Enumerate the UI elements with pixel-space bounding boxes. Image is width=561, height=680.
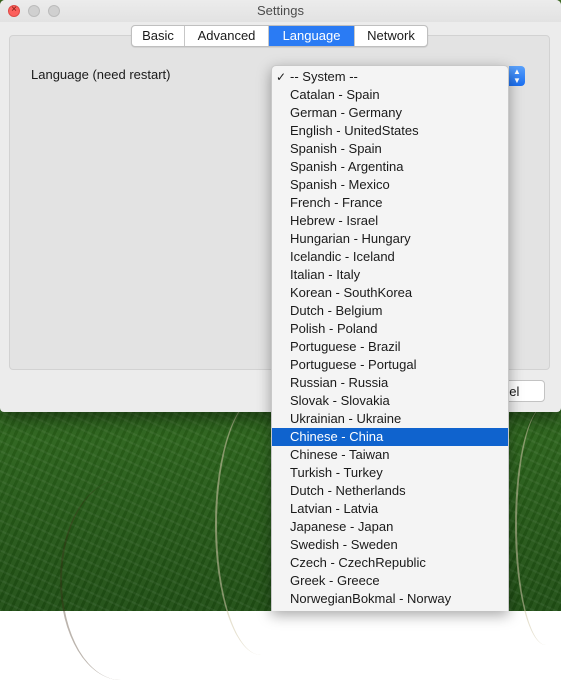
dropdown-option[interactable]: Chinese - China <box>272 428 508 446</box>
dropdown-option[interactable]: Hebrew - Israel <box>272 212 508 230</box>
dropdown-option[interactable]: Hungarian - Hungary <box>272 230 508 248</box>
tab-bar: Basic Advanced Language Network <box>131 25 428 47</box>
tab-basic[interactable]: Basic <box>132 26 185 46</box>
dropdown-option[interactable]: Korean - SouthKorea <box>272 284 508 302</box>
dropdown-option[interactable]: Russian - Russia <box>272 374 508 392</box>
dropdown-option[interactable]: ✓ -- System -- <box>272 68 508 86</box>
dropdown-option-label: Czech - CzechRepublic <box>290 555 426 570</box>
dropdown-option-label: Icelandic - Iceland <box>290 249 395 264</box>
dropdown-option-label: German - Germany <box>290 105 402 120</box>
dropdown-option[interactable]: Dutch - Belgium <box>272 302 508 320</box>
dropdown-option-label: Portuguese - Portugal <box>290 357 417 372</box>
dropdown-option-label: Catalan - Spain <box>290 87 380 102</box>
dropdown-option-label: Italian - Italy <box>290 267 361 282</box>
dropdown-option[interactable]: Portuguese - Portugal <box>272 356 508 374</box>
dropdown-option[interactable]: Czech - CzechRepublic <box>272 554 508 572</box>
language-label: Language (need restart) <box>31 67 171 82</box>
dropdown-option[interactable]: Portuguese - Brazil <box>272 338 508 356</box>
dropdown-option-label: Latvian - Latvia <box>290 501 379 516</box>
dropdown-option-label: Korean - SouthKorea <box>290 285 413 300</box>
close-icon[interactable]: × <box>8 4 20 17</box>
dropdown-option[interactable]: Catalan - Spain <box>272 86 508 104</box>
dropdown-option[interactable]: Greek - Greece <box>272 572 508 590</box>
wallpaper-road <box>515 405 561 645</box>
language-dropdown-menu[interactable]: ✓ -- System -- Catalan - Spain German - Ger… <box>271 65 509 611</box>
tab-language[interactable]: Language <box>269 26 355 46</box>
dropdown-option-label: Greek - Greece <box>290 573 380 588</box>
dropdown-option[interactable]: Latvian - Latvia <box>272 500 508 518</box>
zoom-icon[interactable] <box>48 5 60 17</box>
minimize-icon[interactable] <box>28 5 40 17</box>
dropdown-option-label: Polish - Poland <box>290 321 378 336</box>
dropdown-option[interactable]: Italian - Italy <box>272 266 508 284</box>
dropdown-option-label: Portuguese - Brazil <box>290 339 401 354</box>
tab-network[interactable]: Network <box>355 26 427 46</box>
window-title: Settings <box>257 3 304 18</box>
tab-advanced[interactable]: Advanced <box>185 26 269 46</box>
dropdown-option-label: Spanish - Argentina <box>290 159 404 174</box>
dropdown-option[interactable]: Ukrainian - Ukraine <box>272 410 508 428</box>
dropdown-option-label: Swedish - Sweden <box>290 537 398 552</box>
checkmark-icon: ✓ <box>276 70 287 84</box>
chevron-updown-icon[interactable]: ▲ ▼ <box>509 66 525 86</box>
dropdown-option[interactable]: Japanese - Japan <box>272 518 508 536</box>
dropdown-option[interactable]: French - France <box>272 194 508 212</box>
dropdown-option[interactable]: Slovak - Slovakia <box>272 392 508 410</box>
dropdown-option-label: Slovak - Slovakia <box>290 393 390 408</box>
dropdown-option[interactable]: German - Germany <box>272 104 508 122</box>
dropdown-option[interactable]: English - UnitedStates <box>272 122 508 140</box>
dropdown-option-label: Chinese - China <box>290 429 384 444</box>
dropdown-option-label: Spanish - Mexico <box>290 177 390 192</box>
dropdown-option-label: Spanish - Spain <box>290 141 382 156</box>
dropdown-option[interactable]: Spanish - Argentina <box>272 158 508 176</box>
dropdown-option[interactable]: Icelandic - Iceland <box>272 248 508 266</box>
dropdown-option-label: Dutch - Belgium <box>290 303 383 318</box>
dropdown-option-label: Hebrew - Israel <box>290 213 379 228</box>
dropdown-option[interactable]: Polish - Poland <box>272 320 508 338</box>
dropdown-option-label: Russian - Russia <box>290 375 389 390</box>
dropdown-option-label: French - France <box>290 195 383 210</box>
dropdown-option[interactable]: Spanish - Spain <box>272 140 508 158</box>
dropdown-option[interactable]: Dutch - Netherlands <box>272 482 508 500</box>
dropdown-option-label: English - UnitedStates <box>290 123 419 138</box>
dropdown-option-label: Chinese - Taiwan <box>290 447 390 462</box>
dropdown-option-label: Dutch - Netherlands <box>290 483 406 498</box>
dropdown-option[interactable]: Chinese - Taiwan <box>272 446 508 464</box>
dropdown-option[interactable]: Spanish - Mexico <box>272 176 508 194</box>
dropdown-option-label: -- System -- <box>290 69 358 84</box>
dropdown-option-label: Hungarian - Hungary <box>290 231 411 246</box>
dropdown-option[interactable]: NorwegianBokmal - Norway <box>272 590 508 608</box>
title-bar[interactable]: Settings <box>0 0 561 22</box>
dropdown-option[interactable]: Swedish - Sweden <box>272 536 508 554</box>
dropdown-option-label: Japanese - Japan <box>290 519 394 534</box>
dropdown-option-label: Turkish - Turkey <box>290 465 383 480</box>
dropdown-option[interactable]: Turkish - Turkey <box>272 464 508 482</box>
dropdown-option-label: NorwegianBokmal - Norway <box>290 591 452 606</box>
wallpaper-road <box>60 480 182 680</box>
dropdown-option-label: Ukrainian - Ukraine <box>290 411 402 426</box>
